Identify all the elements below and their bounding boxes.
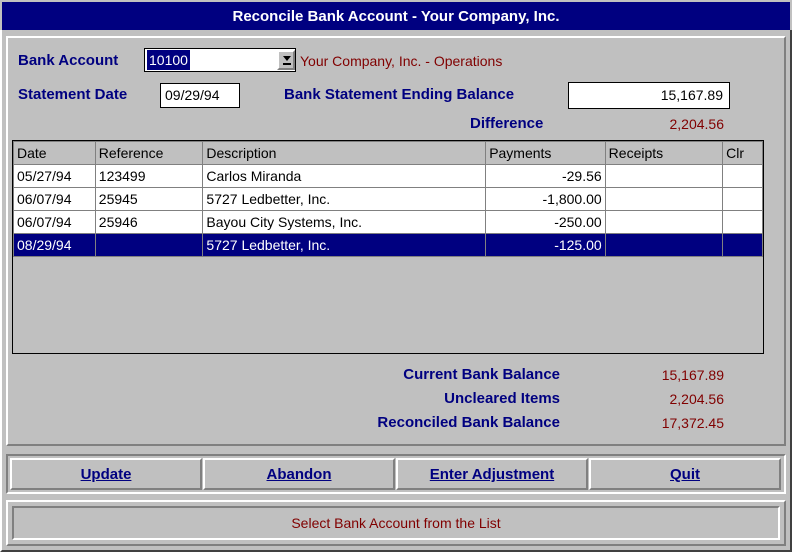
update-button[interactable]: Update: [10, 458, 202, 490]
column-header-clr[interactable]: Clr: [722, 141, 763, 165]
column-header-payments[interactable]: Payments: [485, 141, 606, 165]
table-row[interactable]: 06/07/94 25945 5727 Ledbetter, Inc. -1,8…: [13, 187, 763, 211]
cell-description[interactable]: Bayou City Systems, Inc.: [202, 210, 487, 234]
table-row[interactable]: 05/27/94 123499 Carlos Miranda -29.56: [13, 164, 763, 188]
status-message: Select Bank Account from the List: [12, 506, 780, 540]
bank-account-value: 10100: [147, 50, 190, 70]
cell-receipts[interactable]: [604, 164, 724, 188]
transactions-table[interactable]: Date Reference Description Payments Rece…: [12, 140, 764, 354]
column-header-reference[interactable]: Reference: [94, 141, 204, 165]
cell-receipts[interactable]: [604, 233, 724, 257]
cell-clr[interactable]: [722, 187, 763, 211]
cell-payments[interactable]: -125.00: [485, 233, 606, 257]
status-bar-frame: Select Bank Account from the List: [6, 500, 786, 546]
column-header-receipts[interactable]: Receipts: [604, 141, 724, 165]
table-header-row: Date Reference Description Payments Rece…: [13, 141, 763, 165]
difference-label: Difference: [470, 115, 544, 132]
uncleared-items-label: Uncleared Items: [444, 390, 560, 407]
uncleared-items-value: 2,204.56: [669, 391, 725, 407]
quit-button[interactable]: Quit: [589, 458, 781, 490]
main-panel: Bank Account 10100 Your Company, Inc. - …: [6, 36, 786, 446]
cell-clr[interactable]: [722, 210, 763, 234]
cell-payments[interactable]: -29.56: [485, 164, 606, 188]
cell-date[interactable]: 05/27/94: [13, 164, 96, 188]
cell-date[interactable]: 06/07/94: [13, 187, 96, 211]
table-row[interactable]: 06/07/94 25946 Bayou City Systems, Inc. …: [13, 210, 763, 234]
window-title: Reconcile Bank Account - Your Company, I…: [0, 0, 792, 30]
cell-date[interactable]: 08/29/94: [13, 233, 96, 257]
bank-account-select[interactable]: 10100: [144, 48, 296, 72]
cell-receipts[interactable]: [604, 210, 724, 234]
cell-payments[interactable]: -250.00: [485, 210, 606, 234]
cell-description[interactable]: 5727 Ledbetter, Inc.: [202, 233, 487, 257]
cell-description[interactable]: 5727 Ledbetter, Inc.: [202, 187, 487, 211]
dropdown-arrow-icon[interactable]: [277, 50, 295, 70]
bank-account-label: Bank Account: [18, 52, 119, 69]
cell-clr[interactable]: [722, 233, 763, 257]
statement-date-label: Statement Date: [18, 86, 128, 103]
column-header-description[interactable]: Description: [202, 141, 487, 165]
abandon-button[interactable]: Abandon: [203, 458, 395, 490]
bank-account-name: Your Company, Inc. - Operations: [300, 53, 503, 69]
cell-reference[interactable]: [94, 233, 204, 257]
reconciled-balance-value: 17,372.45: [661, 415, 724, 431]
enter-adjustment-button[interactable]: Enter Adjustment: [396, 458, 588, 490]
ending-balance-field[interactable]: 15,167.89: [568, 82, 730, 109]
cell-reference[interactable]: 123499: [94, 164, 204, 188]
statement-date-field[interactable]: 09/29/94: [160, 83, 240, 108]
cell-description[interactable]: Carlos Miranda: [202, 164, 487, 188]
cell-receipts[interactable]: [604, 187, 724, 211]
table-row-selected[interactable]: 08/29/94 5727 Ledbetter, Inc. -125.00: [13, 233, 763, 257]
cell-reference[interactable]: 25946: [94, 210, 204, 234]
current-balance-value: 15,167.89: [661, 367, 724, 383]
column-header-date[interactable]: Date: [13, 141, 96, 165]
current-balance-label: Current Bank Balance: [403, 366, 560, 383]
reconciled-balance-label: Reconciled Bank Balance: [377, 414, 560, 431]
cell-reference[interactable]: 25945: [94, 187, 204, 211]
transactions-grid: Date Reference Description Payments Rece…: [13, 141, 763, 257]
cell-payments[interactable]: -1,800.00: [485, 187, 606, 211]
cell-clr[interactable]: [722, 164, 763, 188]
cell-date[interactable]: 06/07/94: [13, 210, 96, 234]
difference-value: 2,204.56: [669, 116, 725, 132]
button-bar: Update Abandon Enter Adjustment Quit: [6, 454, 786, 494]
ending-balance-label: Bank Statement Ending Balance: [284, 86, 515, 103]
